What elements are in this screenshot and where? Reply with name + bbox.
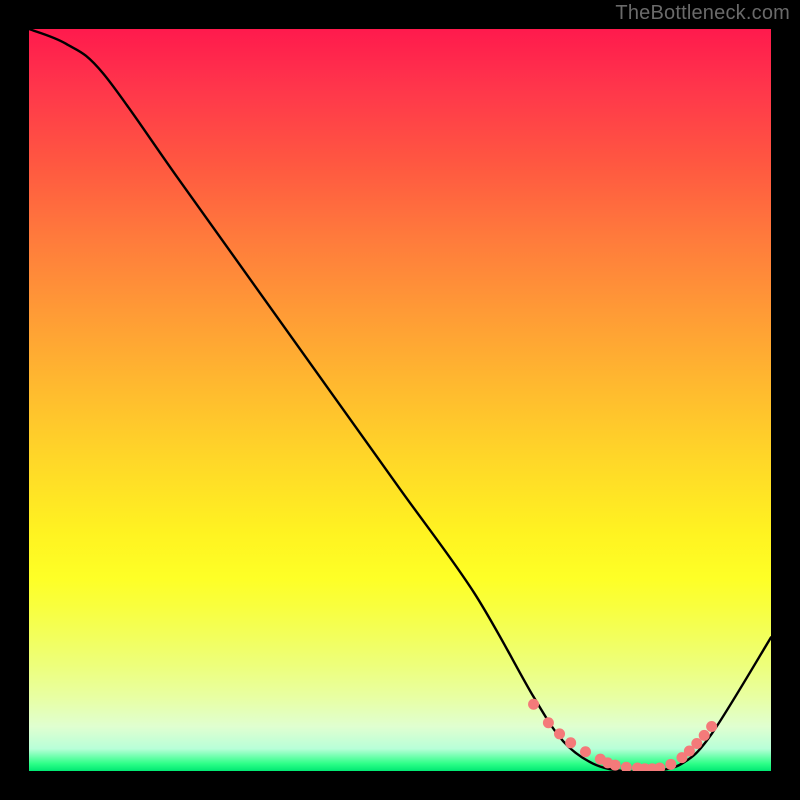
- chart-frame: TheBottleneck.com: [0, 0, 800, 800]
- marker-dot: [528, 699, 539, 710]
- marker-dot: [554, 728, 565, 739]
- watermark-text: TheBottleneck.com: [615, 2, 790, 25]
- plot-area: [29, 29, 771, 771]
- marker-dot: [706, 721, 717, 732]
- bottleneck-curve-path: [29, 29, 771, 771]
- marker-dot: [654, 763, 665, 771]
- marker-dot: [691, 738, 702, 749]
- marker-dot: [543, 717, 554, 728]
- marker-dot: [565, 737, 576, 748]
- marker-dot: [610, 760, 621, 771]
- marker-dot: [580, 746, 591, 757]
- marker-dot: [665, 759, 676, 770]
- marker-dot: [621, 762, 632, 771]
- marker-dot: [699, 730, 710, 741]
- curve-layer: [29, 29, 771, 771]
